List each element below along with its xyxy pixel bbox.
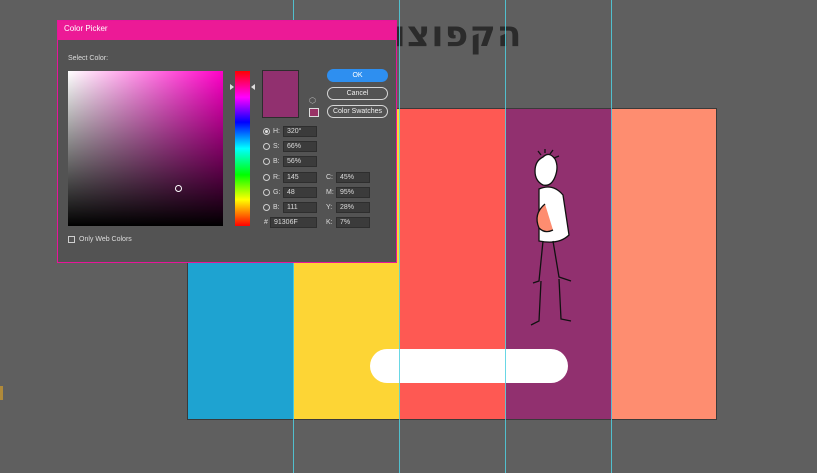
- select-color-label: Select Color:: [68, 55, 109, 62]
- color-picker-dialog: Color Picker Select Color: ⬡ OK Cancel C…: [57, 20, 397, 263]
- stripe-salmon: [612, 109, 716, 419]
- only-web-colors-checkbox[interactable]: [68, 236, 75, 243]
- black-field[interactable]: 7%: [336, 217, 370, 228]
- only-web-colors-label: Only Web Colors: [79, 236, 132, 243]
- blue-field[interactable]: 111: [283, 202, 317, 213]
- brightness-field[interactable]: 56%: [283, 156, 317, 167]
- green-field[interactable]: 48: [283, 187, 317, 198]
- boy-illustration: [530, 149, 572, 326]
- magenta-field[interactable]: 95%: [336, 187, 370, 198]
- red-radio[interactable]: [263, 174, 270, 181]
- color-swatches-button[interactable]: Color Swatches: [327, 105, 388, 118]
- yellow-field[interactable]: 28%: [336, 202, 370, 213]
- hex-label: #: [264, 219, 268, 226]
- ok-button[interactable]: OK: [327, 69, 388, 82]
- green-radio[interactable]: [263, 189, 270, 196]
- dialog-titlebar[interactable]: Color Picker: [58, 21, 396, 40]
- red-field[interactable]: 145: [283, 172, 317, 183]
- websafe-color-swatch[interactable]: [309, 108, 319, 117]
- red-label: R:: [273, 174, 280, 181]
- hex-field[interactable]: 91306F: [270, 217, 317, 228]
- cyan-field[interactable]: 45%: [336, 172, 370, 183]
- hue-slider[interactable]: [235, 71, 250, 226]
- guide-line: [505, 0, 506, 473]
- hue-radio[interactable]: [263, 128, 270, 135]
- hue-slider-right-arrow-icon[interactable]: [251, 84, 255, 90]
- websafe-cube-icon[interactable]: ⬡: [309, 96, 316, 105]
- saturation-field[interactable]: 66%: [283, 141, 317, 152]
- blue-radio[interactable]: [263, 204, 270, 211]
- hue-slider-left-arrow-icon[interactable]: [230, 84, 234, 90]
- guide-line: [611, 0, 612, 473]
- hue-field[interactable]: 320°: [283, 126, 317, 137]
- canvas-heading: הקפוצון: [380, 14, 523, 55]
- ruler-marker: [0, 386, 3, 400]
- dialog-title: Color Picker: [64, 24, 108, 33]
- saturation-brightness-field[interactable]: [68, 71, 223, 226]
- green-label: G:: [273, 189, 281, 196]
- cyan-label: C:: [326, 174, 333, 181]
- magenta-label: M:: [326, 189, 334, 196]
- hue-label: H:: [273, 128, 280, 135]
- current-color-swatch: [262, 70, 299, 118]
- saturation-label: S:: [273, 143, 280, 150]
- black-label: K:: [326, 219, 333, 226]
- guide-line: [399, 0, 400, 473]
- blue-label: B:: [273, 204, 280, 211]
- brightness-radio[interactable]: [263, 158, 270, 165]
- cancel-button[interactable]: Cancel: [327, 87, 388, 100]
- yellow-label: Y:: [326, 204, 333, 211]
- color-marker[interactable]: [175, 185, 182, 192]
- brightness-label: B:: [273, 158, 280, 165]
- saturation-radio[interactable]: [263, 143, 270, 150]
